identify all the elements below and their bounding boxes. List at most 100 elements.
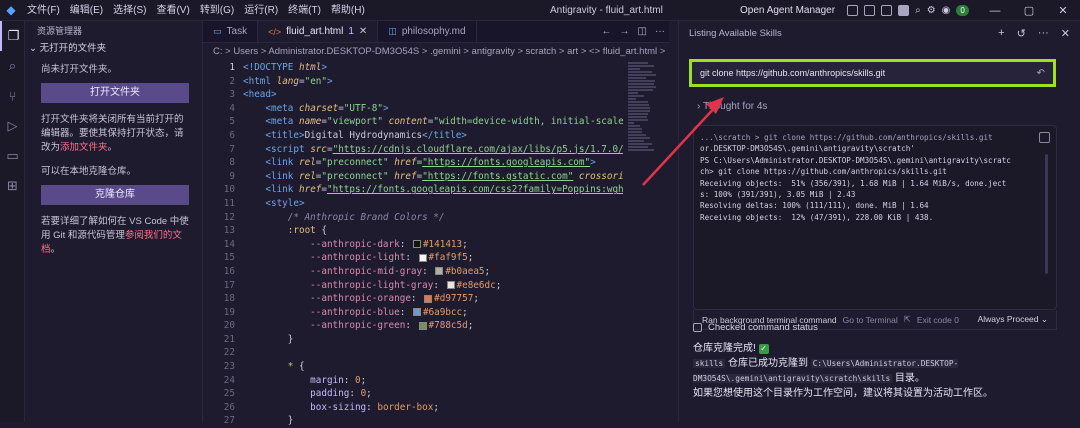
problem-count: 1 <box>348 26 354 37</box>
answer-text: 仓库已成功克隆到 <box>725 358 811 369</box>
tab-task[interactable]: ▭ Task <box>203 21 259 42</box>
code-line: 5 <meta name="viewport" content="width=d… <box>229 116 623 128</box>
undo-icon[interactable]: ↶ <box>1037 68 1045 79</box>
menu-help[interactable]: 帮助(H) <box>326 0 370 21</box>
menu-selection[interactable]: 选择(S) <box>108 0 151 21</box>
check-icon: ✓ <box>758 344 769 354</box>
answer-suggestion: 如果您想使用这个目录作为工作空间，建议将其设置为活动工作区。 <box>693 388 993 399</box>
code-line: 25 padding: 0; <box>223 388 372 400</box>
copy-icon[interactable] <box>1039 132 1050 143</box>
code-line: 20 --anthropic-green: #788c5d; <box>223 320 474 332</box>
panel-toggle-icon[interactable] <box>881 5 893 16</box>
editor-actions: ← → ◫ ··· <box>602 21 665 43</box>
clone-hint-text: 可以在本地克隆仓库。 <box>41 166 137 177</box>
antigravity-logo-icon: ◆ <box>6 3 16 17</box>
settings-icon[interactable]: ⚙ <box>927 5 936 16</box>
user-message-command[interactable]: git clone https://github.com/anthropics/… <box>689 59 1056 87</box>
layout-toggle-icon[interactable] <box>847 5 859 16</box>
tab-fluid-art[interactable]: </> fluid_art.html 1 ✕ <box>258 21 379 42</box>
close-tab-icon[interactable]: ✕ <box>359 26 367 37</box>
thought-toggle[interactable]: › Thought for 4s <box>697 101 767 112</box>
terminal-line: PS C:\Users\Administrator.DESKTOP-DM3O54… <box>700 155 1011 165</box>
more-icon[interactable]: ··· <box>1038 27 1049 40</box>
terminal-line: Receiving objects: 12% (47/391), 228.00 … <box>700 212 934 222</box>
minimap[interactable] <box>628 61 658 291</box>
new-chat-icon[interactable]: + <box>998 27 1004 40</box>
menu-terminal[interactable]: 终端(T) <box>283 0 326 21</box>
breadcrumb[interactable]: C: > Users > Administrator.DESKTOP-DM3O5… <box>203 43 669 61</box>
minimize-icon[interactable]: — <box>978 5 1012 17</box>
account-icon[interactable]: ◉ <box>942 5 951 16</box>
titlebar-actions: Open Agent Manager ⌕ ⚙ ◉ 0 <box>740 0 969 21</box>
sidebar-toggle-icon[interactable] <box>864 5 876 16</box>
tab-label: philosophy.md <box>401 26 466 37</box>
forward-icon[interactable]: → <box>620 21 630 43</box>
terminal-line: Receiving objects: 51% (356/391), 1.68 M… <box>700 178 1007 188</box>
close-icon[interactable]: ✕ <box>1046 4 1080 17</box>
tab-label: Task <box>226 26 248 37</box>
run-debug-icon[interactable]: ▷ <box>0 111 25 141</box>
agent-panel-toggle-icon[interactable] <box>898 5 910 16</box>
clone-repo-button[interactable]: 克隆仓库 <box>41 185 189 205</box>
menu-view[interactable]: 查看(V) <box>151 0 194 21</box>
terminal-line: ch> git clone https://github.com/anthrop… <box>700 167 947 177</box>
code-line: 13 :root { <box>223 225 327 237</box>
add-folder-link[interactable]: 添加文件夹 <box>60 142 108 153</box>
code-line: 4 <meta charset="UTF-8"> <box>229 102 389 114</box>
code-view[interactable]: 1 <!DOCTYPE html> 2 <html lang="en"> 3 <hea… <box>203 61 623 426</box>
activity-bar: ❐ ⌕ ⑂ ▷ ▭ ⊞ <box>0 21 25 422</box>
inline-code: skills <box>693 359 726 368</box>
terminal-output[interactable]: ...\scratch > git clone https://github.c… <box>693 125 1057 310</box>
code-line: 14 --anthropic-dark: #141413; <box>223 238 468 250</box>
search-icon[interactable]: ⌕ <box>915 5 921 16</box>
proceed-mode: Always Proceed <box>977 314 1039 324</box>
search-view-icon[interactable]: ⌕ <box>0 51 25 81</box>
go-to-terminal-link[interactable]: Go to Terminal <box>843 315 898 325</box>
code-line: 15 --anthropic-light: #faf9f5; <box>223 252 474 264</box>
open-folder-button[interactable]: 打开文件夹 <box>41 83 189 103</box>
editor-area: ▭ Task </> fluid_art.html 1 ✕ ◫ philosophy.md… <box>203 21 669 426</box>
back-icon[interactable]: ← <box>602 21 612 43</box>
terminal-scrollbar[interactable] <box>1045 154 1048 274</box>
checked-status[interactable]: Checked command status <box>693 322 818 333</box>
code-line: 7 <script src="https://cdnjs.cloudflare.… <box>229 143 623 155</box>
agent-panel-header: Listing Available Skills + ↺ ··· ✕ <box>679 21 1080 45</box>
notification-badge[interactable]: 0 <box>956 5 969 16</box>
code-line: 17 --anthropic-light-gray: #e8e6dc; <box>223 279 502 291</box>
extensions-icon[interactable]: ⊞ <box>0 171 25 201</box>
tab-philosophy[interactable]: ◫ philosophy.md <box>378 21 477 42</box>
no-folder-section-header[interactable]: ⌄ 无打开的文件夹 <box>29 41 190 57</box>
open-agent-manager-button[interactable]: Open Agent Manager <box>740 5 835 16</box>
terminal-line: Resolving deltas: 100% (111/111), done. … <box>700 201 929 211</box>
terminal-line: s: 100% (391/391), 3.05 MiB | 2.43 <box>700 190 856 200</box>
answer-title: 仓库克隆完成! <box>693 343 756 354</box>
menu-go[interactable]: 转到(G) <box>195 0 239 21</box>
menu-file[interactable]: 文件(F) <box>22 0 65 21</box>
close-panel-icon[interactable]: ✕ <box>1061 27 1070 40</box>
exit-code: Exit code 0 <box>916 314 959 325</box>
menu-run[interactable]: 运行(R) <box>239 0 283 21</box>
agent-answer: 仓库克隆完成! ✓ skills 仓库已成功克隆到 C:\Users\Admin… <box>693 341 1073 401</box>
code-line: 1 <!DOCTYPE html> <box>229 62 327 73</box>
thought-label: Thought for 4s <box>702 101 768 112</box>
code-line: 26 box-sizing: border-box; <box>223 401 439 413</box>
no-folder-text: 尚未打开文件夹。 <box>41 64 118 75</box>
source-control-icon[interactable]: ⑂ <box>0 81 25 111</box>
code-line: 9 <link rel="preconnect" href="https://f… <box>229 170 623 182</box>
split-editor-icon[interactable]: ◫ <box>638 21 647 43</box>
more-actions-icon[interactable]: ··· <box>655 21 665 43</box>
menu-edit[interactable]: 编辑(E) <box>65 0 108 21</box>
remote-explorer-icon[interactable]: ▭ <box>0 141 25 171</box>
file-icon: ▭ <box>213 26 222 36</box>
terminal-line: or.DESKTOP-DM3O54S\.gemini\antigravity\s… <box>700 144 915 154</box>
code-line: 16 --anthropic-mid-gray: #b0aea5; <box>223 265 491 277</box>
explorer-icon[interactable]: ❐ <box>0 21 25 51</box>
always-proceed-dropdown[interactable]: Always Proceed ⌄ <box>978 314 1048 325</box>
maximize-icon[interactable]: ▢ <box>1012 4 1046 17</box>
tab-label: fluid_art.html <box>286 26 344 37</box>
code-line: 2 <html lang="en"> <box>229 75 333 87</box>
history-icon[interactable]: ↺ <box>1017 27 1026 40</box>
answer-text-end: 目录。 <box>892 373 925 384</box>
agent-header-actions: + ↺ ··· ✕ <box>998 27 1070 40</box>
open-folder-info: 打开文件夹将关闭所有当前打开的编辑器。要使其保持打开状态，请改为添加文件夹。 <box>41 113 190 155</box>
